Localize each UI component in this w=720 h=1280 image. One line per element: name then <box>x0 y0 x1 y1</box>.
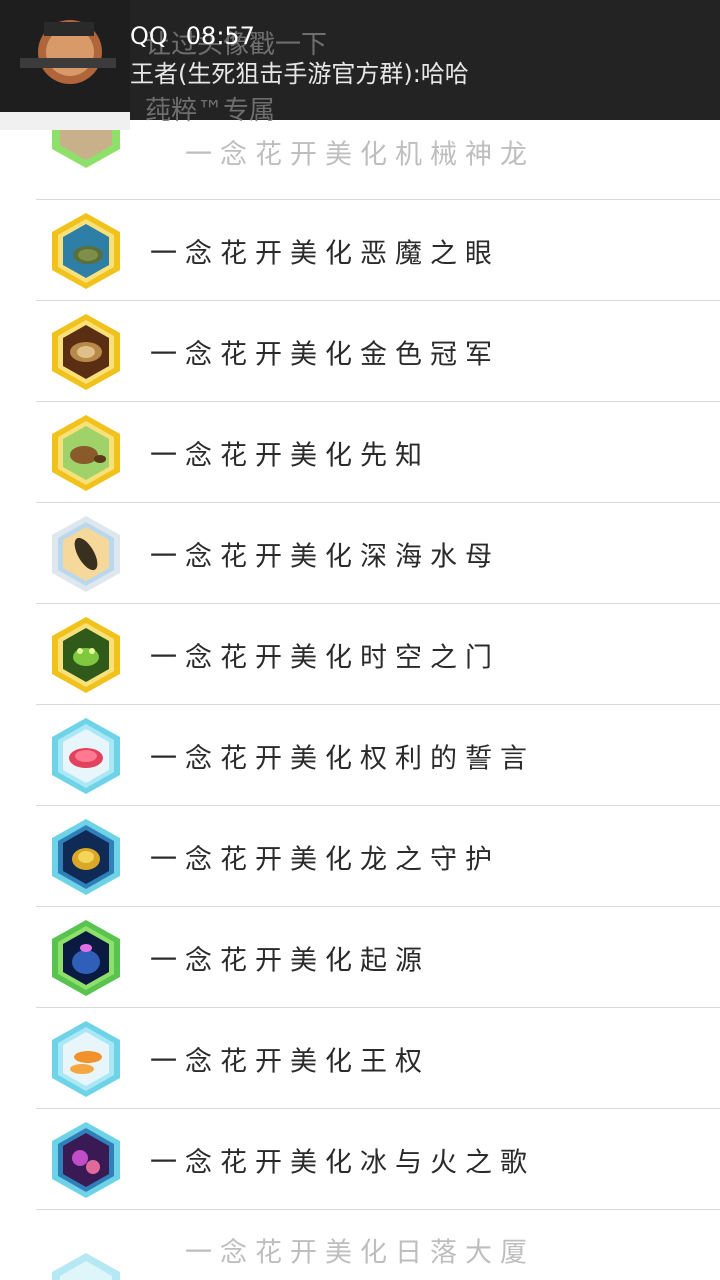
notification-message: 王者(生死狙击手游官方群):哈哈 <box>130 60 469 88</box>
list-item-label: 一念花开美化机械神龙 <box>185 139 535 171</box>
list-item[interactable]: 一念花开美化王权 <box>0 1008 720 1109</box>
list-item-label: 一念花开美化深海水母 <box>150 541 500 572</box>
list-item-label: 一念花开美化龙之守护 <box>150 844 500 875</box>
list-item-label: 一念花开美化起源 <box>150 945 430 976</box>
avatar[interactable] <box>0 0 130 130</box>
list-item[interactable]: 一念花开美化金色冠军 <box>0 301 720 402</box>
list-item[interactable]: 一念花开美化冰与火之歌 <box>0 1109 720 1210</box>
mushroom-icon <box>48 1019 124 1099</box>
catfish-icon <box>48 514 124 594</box>
list-item[interactable]: 一念花开美化先知 <box>0 402 720 503</box>
list-item-label: 一念花开美化王权 <box>150 1046 430 1077</box>
list-item[interactable]: 一念花开美化深海水母 <box>0 503 720 604</box>
list-item-label: 一念花开美化时空之门 <box>150 642 500 673</box>
list-item[interactable]: 一念花开美化恶魔之眼 <box>0 200 720 301</box>
yellow-coral-icon <box>48 817 124 897</box>
frog-icon <box>48 615 124 695</box>
screen: 一念花开美化机械神龙 一念花开美化恶魔之眼 一念花开美化金色冠军 一念花开美化先… <box>0 0 720 1280</box>
list-item-label: 一念花开美化权利的誓言 <box>150 743 535 774</box>
list-item-label: 一念花开美化冰与火之歌 <box>150 1147 535 1178</box>
list-item[interactable]: 一念花开美化日落大厦 <box>0 1210 720 1280</box>
notification-time: 08:57 <box>185 22 255 50</box>
list-item[interactable]: 一念花开美化龙之守护 <box>0 806 720 907</box>
background-line: 莼粹™专属 <box>145 96 276 126</box>
list-item-label: 一念花开美化日落大厦 <box>185 1237 535 1269</box>
coral-icon <box>48 716 124 796</box>
list-item[interactable]: 一念花开美化起源 <box>0 907 720 1008</box>
jellyfish-icon <box>48 918 124 998</box>
notification-app: QQ <box>130 22 168 50</box>
list-item[interactable]: 一念花开美化时空之门 <box>0 604 720 705</box>
list-item[interactable]: 一念花开美化权利的誓言 <box>0 705 720 806</box>
notification-title: QQ 08:57 <box>130 22 255 50</box>
list-item-label: 一念花开美化先知 <box>150 440 430 471</box>
teal-hexagon-icon <box>48 1251 124 1280</box>
list-item-label: 一念花开美化恶魔之眼 <box>150 238 500 269</box>
skin-list[interactable]: 一念花开美化机械神龙 一念花开美化恶魔之眼 一念花开美化金色冠军 一念花开美化先… <box>0 92 720 1280</box>
sea-turtle-icon <box>48 211 124 291</box>
cells-icon <box>48 1120 124 1200</box>
tortoise-icon <box>48 312 124 392</box>
list-item-label: 一念花开美化金色冠军 <box>150 339 500 370</box>
turtle-icon <box>48 413 124 493</box>
